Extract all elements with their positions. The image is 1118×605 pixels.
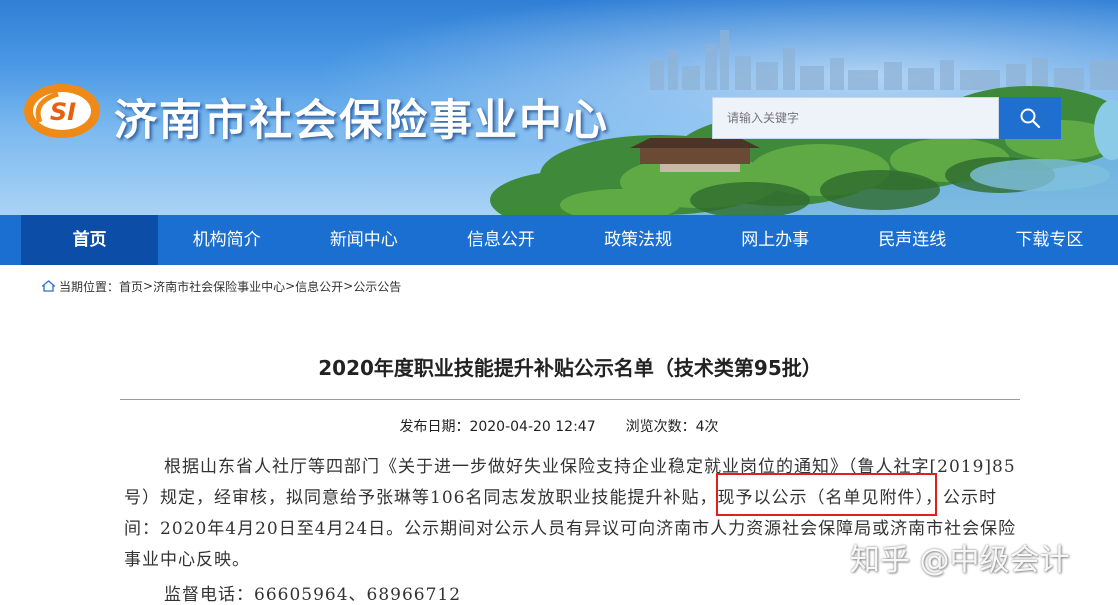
nav-item-home[interactable]: 首页 bbox=[21, 215, 159, 265]
si-logo-icon: SI bbox=[24, 84, 100, 138]
nav-item-public-voice[interactable]: 民声连线 bbox=[844, 215, 981, 265]
breadcrumb-link-notices[interactable]: 公示公告 bbox=[353, 278, 401, 295]
views-label: 浏览次数： bbox=[625, 419, 696, 435]
nav-item-news[interactable]: 新闻中心 bbox=[295, 215, 432, 265]
nav-item-policy[interactable]: 政策法规 bbox=[570, 215, 707, 265]
title-divider bbox=[120, 399, 1020, 400]
breadcrumb-separator: > bbox=[285, 279, 296, 293]
search-button[interactable] bbox=[999, 97, 1061, 139]
views-count: 4次 bbox=[695, 419, 719, 435]
breadcrumb-separator: > bbox=[143, 279, 154, 293]
nav-item-about[interactable]: 机构简介 bbox=[158, 215, 295, 265]
breadcrumb-prefix: 当期位置： bbox=[59, 279, 120, 294]
home-icon bbox=[42, 280, 55, 292]
phone-label: 监督电话： bbox=[164, 585, 254, 605]
search-icon bbox=[1020, 108, 1041, 129]
article-title: 2020年度职业技能提升补贴公示名单（技术类第95批） bbox=[318, 356, 822, 380]
breadcrumb-link-home[interactable]: 首页 bbox=[119, 278, 143, 295]
search-input[interactable] bbox=[712, 97, 999, 139]
nav-item-online-services[interactable]: 网上办事 bbox=[707, 215, 844, 265]
breadcrumb-link-info[interactable]: 信息公开 bbox=[295, 278, 343, 295]
supervision-phone: 监督电话：66605964、68966712 bbox=[164, 580, 461, 605]
body-highlight-text: 发放职业技能提升补贴 bbox=[519, 488, 700, 508]
article-body: 根据山东省人社厅等四部门《关于进一步做好失业保险支持企业稳定就业岗位的通知》（鲁… bbox=[124, 452, 1020, 576]
main-nav: 首页 机构简介 新闻中心 信息公开 政策法规 网上办事 民声连线 下载专区 bbox=[0, 215, 1118, 265]
breadcrumb-link-center[interactable]: 济南市社会保险事业中心 bbox=[153, 278, 285, 295]
site-title: 济南市社会保险事业中心 bbox=[114, 96, 609, 146]
article-meta: 发布日期：2020-04-20 12:47 浏览次数：4次 bbox=[0, 416, 1118, 436]
logo-letters: SI bbox=[50, 98, 76, 126]
publish-label: 发布日期： bbox=[399, 419, 470, 435]
breadcrumb: 当期位置： 首页 > 济南市社会保险事业中心 > 信息公开 > 公示公告 bbox=[42, 277, 401, 295]
breadcrumb-separator: > bbox=[343, 279, 354, 293]
nav-item-downloads[interactable]: 下载专区 bbox=[981, 215, 1118, 265]
phone-numbers: 66605964、68966712 bbox=[254, 585, 462, 605]
publish-date: 2020-04-20 12:47 bbox=[469, 419, 596, 435]
nav-item-info-disclosure[interactable]: 信息公开 bbox=[432, 215, 569, 265]
header-banner: SI 济南市社会保险事业中心 bbox=[0, 0, 1118, 215]
